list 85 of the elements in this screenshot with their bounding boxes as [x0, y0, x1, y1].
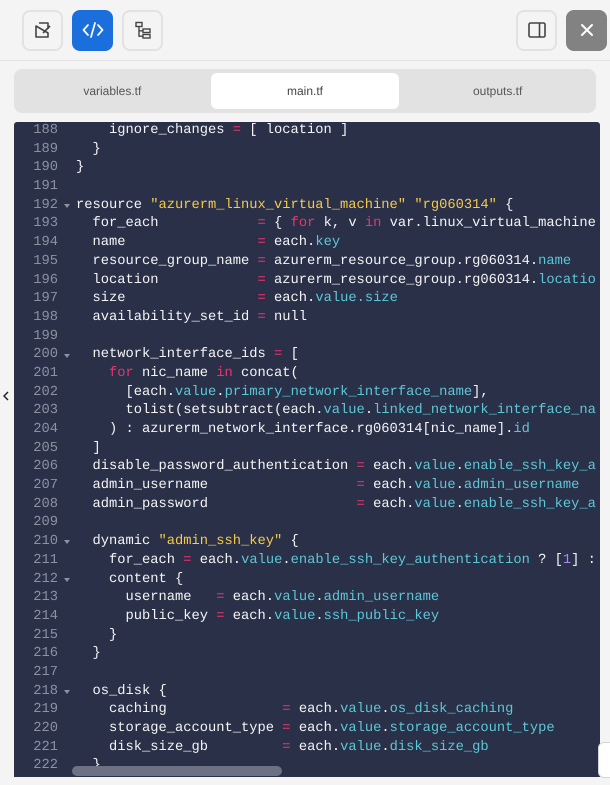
code-line: ) : azurerm_network_interface.rg060314[nic_name].id — [108, 421, 530, 440]
fold-arrow-icon[interactable] — [64, 578, 70, 582]
fold-arrow-icon[interactable] — [64, 354, 70, 358]
line-number: 208 — [32, 496, 58, 514]
file-tab[interactable]: outputs.tf — [403, 73, 592, 109]
line-number: 215 — [32, 626, 58, 645]
line-number: 190 — [32, 159, 58, 178]
code-line: public_key = each.value.ssh_public_key — [124, 608, 440, 626]
code-icon — [82, 22, 104, 38]
edit-view-button[interactable] — [22, 10, 63, 50]
line-number: 209 — [32, 514, 58, 532]
file-tab[interactable]: variables.tf — [18, 73, 207, 109]
code-line: admin_password = each.value.enable_ssh_key_a — [92, 496, 596, 514]
line-number: 218 — [32, 682, 58, 701]
line-number: 204 — [32, 421, 58, 440]
line-number: 207 — [32, 477, 58, 496]
line-number: 192 — [32, 196, 58, 215]
tree-view-button[interactable] — [122, 10, 163, 50]
line-number: 213 — [32, 589, 58, 608]
line-number: 203 — [32, 402, 58, 420]
line-number: 206 — [32, 458, 58, 476]
code-line: } — [92, 140, 101, 159]
code-line: disk_size_gb = each.value.disk_size_gb — [108, 738, 489, 757]
chevron-left-icon[interactable] — [3, 391, 9, 401]
code-line: } — [92, 645, 101, 664]
line-number: 211 — [32, 552, 58, 570]
line-number: 200 — [32, 346, 58, 364]
code-line: name = each.key — [92, 234, 340, 252]
code-line: } — [108, 626, 118, 645]
line-number: 196 — [32, 272, 58, 290]
line-number: 216 — [32, 645, 58, 664]
tree-icon — [134, 21, 152, 39]
line-number: 188 — [32, 122, 58, 140]
line-number: 199 — [32, 328, 58, 346]
line-number: 220 — [32, 720, 58, 738]
fold-arrow-icon[interactable] — [64, 690, 70, 694]
line-number: 214 — [32, 608, 58, 626]
code-line: size = each.value.size — [92, 290, 398, 308]
side-panel-button[interactable] — [516, 10, 557, 50]
line-number: 210 — [32, 533, 58, 552]
code-line: dynamic "admin_ssh_key" { — [92, 533, 299, 552]
line-number: 191 — [32, 178, 58, 196]
close-icon — [580, 23, 594, 37]
code-line: for nic_name in concat( — [108, 364, 299, 383]
line-number: 197 — [32, 290, 58, 308]
line-number: 194 — [32, 234, 58, 252]
line-number: 217 — [32, 664, 58, 682]
line-number: 201 — [32, 364, 58, 383]
file-tab[interactable]: main.tf — [210, 73, 400, 109]
line-number: 222 — [32, 757, 58, 776]
line-number: 212 — [32, 570, 58, 589]
fold-arrow-icon[interactable] — [64, 540, 70, 544]
code-view-button[interactable] — [72, 10, 113, 50]
edit-document-icon — [34, 21, 52, 39]
code-line: ] — [92, 440, 101, 458]
code-line: storage_account_type = each.value.storage_account_type — [108, 720, 555, 738]
code-line: resource "azurerm_linux_virtual_machine" "rg060314" { — [76, 196, 514, 215]
code-line: username = each.value.admin_username — [124, 589, 440, 608]
line-number: 221 — [32, 738, 58, 757]
line-number: 198 — [32, 308, 58, 327]
code-line: admin_username = each.value.admin_username — [92, 477, 580, 496]
close-button[interactable] — [566, 10, 607, 50]
code-line: ignore_changes = [ location ] — [108, 122, 348, 140]
code-line: network_interface_ids = [ — [92, 346, 299, 364]
code-line: [each.value.primary_network_interface_name], — [124, 384, 489, 402]
code-line: for_each = { for k, v in var.linux_virtual_machine — [92, 215, 596, 234]
line-number: 205 — [32, 440, 58, 458]
code-line: resource_group_name = azurerm_resource_group.rg060314.name — [92, 252, 572, 271]
code-line: for_each = each.value.enable_ssh_key_authentication ? [1] : — [108, 552, 596, 570]
code-line: tolist(setsubtract(each.value.linked_network_interface_na — [124, 402, 596, 420]
code-line: availability_set_id = null — [92, 308, 308, 327]
line-number: 195 — [32, 252, 58, 271]
code-line: os_disk { — [92, 682, 167, 701]
line-number: 219 — [32, 701, 58, 720]
line-number: 202 — [32, 384, 58, 402]
line-number: 193 — [32, 215, 58, 234]
line-number: 189 — [32, 140, 58, 159]
code-line: content { — [108, 570, 184, 589]
code-line: location = azurerm_resource_group.rg060314.locatio — [92, 272, 596, 290]
side-panel-icon — [528, 22, 546, 38]
code-line: caching = each.value.os_disk_caching — [108, 701, 514, 720]
fold-arrow-icon[interactable] — [64, 204, 70, 208]
horizontal-scrollbar[interactable] — [72, 766, 282, 776]
code-line: disable_password_authentication = each.value.enable_ssh_key_a — [92, 458, 596, 476]
code-line: } — [76, 159, 84, 178]
